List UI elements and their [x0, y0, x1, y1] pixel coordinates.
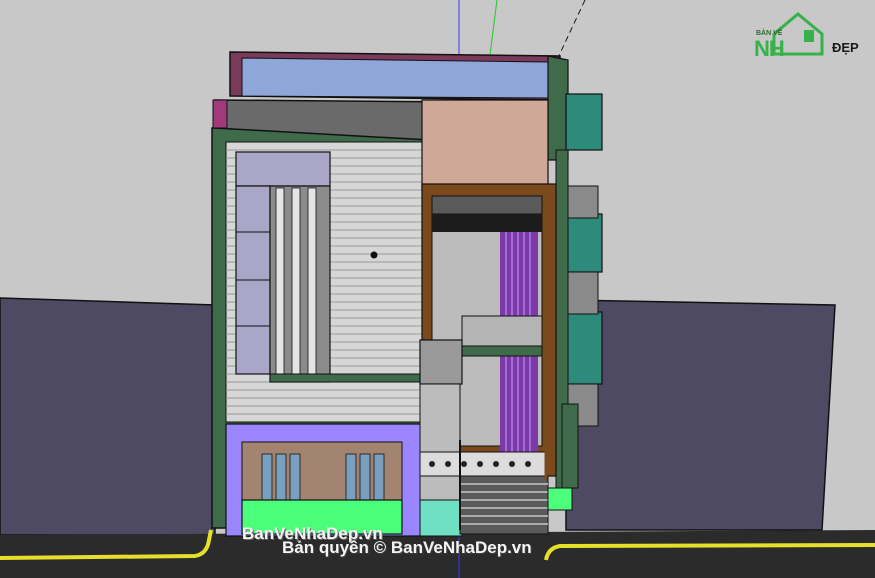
stair-core-beam-dark: [432, 214, 542, 232]
green-planter-side: [547, 487, 573, 511]
roof-glass-panel: [241, 57, 549, 99]
wall-lamp-icon: [370, 251, 378, 259]
house-model-viewport: [0, 0, 875, 578]
logo-dep-text: ĐẸP: [832, 40, 859, 55]
cantilever-box: [419, 339, 463, 385]
vertical-fins: [275, 187, 317, 375]
fin-base-ledge: [269, 373, 421, 383]
stair-core-wall: [421, 99, 549, 191]
side-balcony-mid: [565, 213, 603, 273]
side-balcony-low: [565, 311, 603, 385]
stair-core-beam: [431, 195, 543, 215]
side-balcony-top: [565, 93, 603, 151]
roof-side-green: [547, 55, 569, 161]
upper-glass-window: [235, 151, 331, 187]
logo-nh-text: NH: [754, 36, 785, 61]
side-planter-dark: [561, 403, 579, 489]
mid-balcony-rail: [461, 315, 543, 347]
side-window-1: [567, 185, 599, 219]
neighbor-building-left: [0, 297, 216, 536]
site-logo: BẢN VẼ NH ĐẸP: [752, 12, 862, 68]
teal-gate: [419, 499, 463, 537]
side-window-2: [567, 271, 599, 315]
roof-slab-pink-edge: [212, 99, 228, 129]
watermark-copyright: Bản quyền © BanVeNhaDep.vn: [282, 538, 532, 557]
neighbor-building-right: [565, 299, 836, 531]
lower-left-wall: [419, 383, 461, 501]
